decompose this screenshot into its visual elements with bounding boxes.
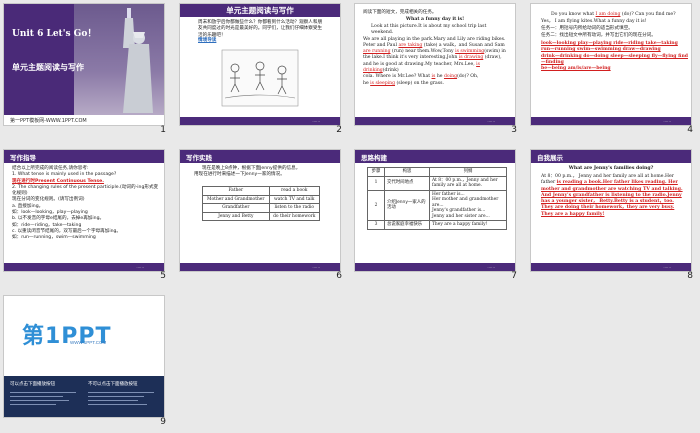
- slide-heading: 自我展示: [537, 154, 563, 162]
- table-row: 步骤 构思 列纲: [367, 167, 507, 177]
- context-link[interactable]: 情境导读: [198, 38, 216, 44]
- slide-thumb-9[interactable]: 第1PPT WWW.1PPT.COM 可以点击下面播放按钮 不可以点击下面播放按…: [0, 292, 166, 427]
- task-text: 现在是晚上8点钟，根据下面Jenny提供的信息， 用现在进行时来描述一下Jenn…: [194, 166, 301, 178]
- play-info-right: 不可以点击下面播放按钮: [88, 382, 138, 387]
- slide-7: 思路构建 步骤 构思 列纲 1 交代时间地点 At 8：00 p.m.，Jenny …: [355, 150, 515, 271]
- slide-thumb-5[interactable]: 写作指导 结合以上所完成的阅读任务,请你思考: 1. What tense is…: [0, 146, 166, 281]
- task-2: 任务二：找出短文中所有动词，并写出它们的现在分词。: [541, 33, 656, 38]
- participle-list: look—looking play—playing ride—riding ta…: [541, 41, 688, 72]
- slide-heading: 思路构建: [361, 154, 387, 162]
- slide-number: 2: [336, 125, 342, 135]
- table-row: Father read a book: [202, 186, 321, 196]
- slide-thumb-8[interactable]: 自我展示 What are Jenny's families doing? At…: [527, 146, 693, 281]
- slide-thumb-3[interactable]: 阅读下面的短文，完成相关的任务。 What a funny day it is!…: [351, 0, 517, 135]
- logo-url: WWW.1PPT.COM: [70, 340, 107, 345]
- essay-text: At 8：00 p.m.， Jenny and her family are a…: [541, 174, 683, 217]
- title-band: 思路构建: [355, 150, 515, 163]
- slide-number: 5: [160, 271, 166, 281]
- slide-thumb-1[interactable]: Unit 6 Let's Go！ 单元主题阅读与写作 第一PPT模板网-WWW.…: [0, 0, 166, 135]
- slide-number: 9: [160, 417, 166, 427]
- play-info-left: 可以点击下面播放按钮: [10, 382, 55, 387]
- slide-footer: ......: [531, 117, 691, 125]
- logo: 第1PPT: [22, 324, 112, 349]
- instruction: 阅读下面的短文，完成相关的任务。: [363, 10, 437, 15]
- slide-thumb-2[interactable]: 单元主题阅读与写作 周末和放学后你都做些什么？你都看到什么活动？观察人和朋友共同…: [176, 0, 342, 135]
- slide-5: 写作指导 结合以上所完成的阅读任务,请你思考: 1. What tense is…: [4, 150, 164, 271]
- slide-heading: 写作实践: [186, 154, 212, 162]
- slide-footer: ......: [4, 263, 164, 271]
- slide-2: 单元主题阅读与写作 周末和放学后你都做些什么？你都看到什么活动？观察人和朋友共同…: [180, 4, 340, 125]
- slide-heading: 写作指导: [10, 154, 36, 162]
- slide-thumb-7[interactable]: 思路构建 步骤 构思 列纲 1 交代时间地点 At 8：00 p.m.，Jenny …: [351, 146, 517, 281]
- info-lines-left: [10, 389, 76, 408]
- slide-9: 第1PPT WWW.1PPT.COM 可以点击下面播放按钮 不可以点击下面播放按…: [4, 296, 164, 417]
- table-row: 2 介绍Jenny一家人的活动 Her father is... Her mothe…: [367, 189, 507, 221]
- table-row: Grandfather listen to the radio: [202, 203, 321, 213]
- slide-3: 阅读下面的短文，完成相关的任务。 What a funny day it is!…: [355, 4, 515, 125]
- passage-title: What a funny day it is!: [405, 17, 465, 22]
- slide-footer: ......: [355, 117, 515, 125]
- deck-subtitle: 单元主题阅读与写作: [12, 63, 84, 72]
- slide-heading: 单元主题阅读与写作: [226, 6, 294, 15]
- slide-1: Unit 6 Let's Go！ 单元主题阅读与写作 第一PPT模板网-WWW.…: [4, 4, 164, 125]
- title-band: 单元主题阅读与写作: [180, 4, 340, 17]
- slide-footer: ......: [355, 263, 515, 271]
- slide-footer: ......: [180, 117, 340, 125]
- question-line: Do you know what I am doing (do)? Can yo…: [551, 12, 676, 17]
- title-band: 自我展示: [531, 150, 691, 163]
- table-row: Jenny and Betty do their homework: [202, 211, 321, 221]
- site-footer: 第一PPT模板网-WWW.1PPT.COM: [10, 118, 87, 124]
- task-1: 任务一：用括号内所给动词的适当形式填空。: [541, 26, 633, 31]
- answer-line: Yes， I am flying kites.What a funny day …: [541, 19, 647, 24]
- statue-of-liberty-icon: [123, 8, 153, 113]
- deck-title: Unit 6 Let's Go！: [12, 29, 97, 39]
- slide-number: 8: [687, 271, 693, 281]
- essay-title: What are Jenny's families doing?: [568, 166, 654, 171]
- kids-illustration-icon: [221, 49, 299, 107]
- slide-number: 4: [687, 125, 693, 135]
- title-band: 写作指导: [4, 150, 164, 163]
- slide-6: 写作实践 现在是晚上8点钟，根据下面Jenny提供的信息， 用现在进行时来描述一…: [180, 150, 340, 271]
- info-table: Father read a book Mother and Grandmother…: [202, 186, 321, 221]
- info-lines-right: [88, 389, 154, 408]
- slide-number: 6: [336, 271, 342, 281]
- logo-area: 第1PPT WWW.1PPT.COM: [4, 296, 164, 376]
- info-panel: 可以点击下面播放按钮 不可以点击下面播放按钮: [4, 376, 164, 417]
- table-row: 1 交代时间地点 At 8：00 p.m.，Jenny and her family…: [367, 175, 507, 191]
- slide-footer: ......: [531, 263, 691, 271]
- passage: Look at this picture.It is about my scho…: [363, 24, 506, 86]
- outline-table: 步骤 构思 列纲 1 交代时间地点 At 8：00 p.m.，Jenny and h…: [367, 167, 507, 230]
- slide-footer: ......: [180, 263, 340, 271]
- title-band: 写作实践: [180, 150, 340, 163]
- slide-number: 7: [511, 271, 517, 281]
- table-row: 3 总说家庭幸福快乐 They are a happy family!: [367, 220, 507, 230]
- slide-thumb-6[interactable]: 写作实践 现在是晚上8点钟，根据下面Jenny提供的信息， 用现在进行时来描述一…: [176, 146, 342, 281]
- footer-bar: 第一PPT模板网-WWW.1PPT.COM: [4, 115, 164, 125]
- slide-8: 自我展示 What are Jenny's families doing? At…: [531, 150, 691, 271]
- slide-number: 1: [160, 125, 166, 135]
- intro-text: 周末和放学后你都做些什么？你都看到什么活动？观察人和朋友共同度过的时光是最美好的…: [198, 20, 323, 38]
- slide-4: Do you know what I am doing (do)? Can yo…: [531, 4, 691, 125]
- slide-number: 3: [511, 125, 517, 135]
- guide-text: 结合以上所完成的阅读任务,请你思考: 1. What tense is main…: [12, 166, 159, 241]
- slide-thumb-4[interactable]: Do you know what I am doing (do)? Can yo…: [527, 0, 693, 135]
- table-row: Mother and Grandmother watch TV and talk: [202, 194, 321, 204]
